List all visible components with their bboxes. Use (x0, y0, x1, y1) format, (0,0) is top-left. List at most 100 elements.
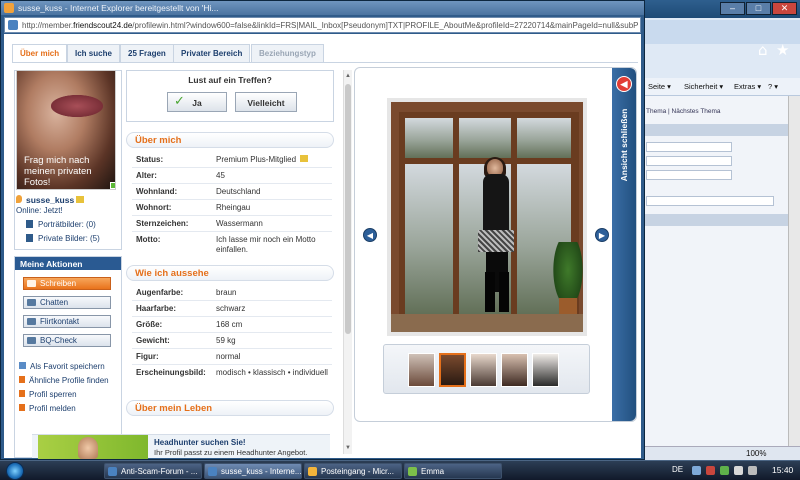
thumbnail[interactable] (408, 353, 435, 387)
popup-url[interactable]: http://member.friendscout24.de/profilewi… (22, 21, 638, 30)
tab-beziehungstyp[interactable]: Beziehungstyp (251, 44, 324, 62)
scroll-thumb[interactable] (345, 84, 351, 334)
flirt-contact-button[interactable]: Flirtkontakt (23, 315, 111, 328)
thumbnail-selected[interactable] (439, 353, 466, 387)
username: susse_kuss (16, 195, 120, 205)
thumbnail-strip (383, 344, 590, 394)
background-field[interactable] (646, 156, 732, 166)
attr-value: Wassermann (216, 219, 263, 228)
taskbar-item[interactable]: Anti-Scam-Forum - ... (104, 463, 202, 479)
tab-25-fragen[interactable]: 25 Fragen (120, 44, 174, 62)
background-titlebar: – □ ✕ (640, 0, 800, 18)
menu-help[interactable]: ? ▾ (768, 82, 778, 91)
check-icon (27, 337, 36, 344)
ad-image[interactable] (38, 435, 148, 459)
block-profile-link[interactable]: Profil sperren (19, 390, 77, 399)
details-scrollbar[interactable]: ▲ ▼ (343, 70, 352, 454)
attr-value: Deutschland (216, 187, 261, 196)
tray-icon[interactable] (720, 466, 729, 475)
document-icon (408, 467, 417, 476)
close-view-label[interactable]: Ansicht schließen (619, 95, 629, 195)
save-favorite-link[interactable]: Als Favorit speichern (19, 362, 105, 371)
minimize-button[interactable]: – (720, 2, 745, 15)
profile-photo[interactable]: Frag mich nach meinen privaten Fotos! (16, 70, 116, 190)
language-indicator[interactable]: DE (672, 465, 683, 474)
taskbar-item-active[interactable]: susse_kuss - Interne... (204, 463, 302, 479)
close-view-icon[interactable]: ◀ (616, 76, 632, 92)
tab-ueber-mich[interactable]: Über mich (12, 44, 68, 63)
arrow-icon (19, 404, 25, 411)
ad-face (78, 437, 98, 459)
attr-value: Premium Plus-Mitglied (216, 155, 328, 165)
scroll-down-icon[interactable]: ▼ (345, 444, 351, 452)
maximize-button[interactable]: □ (746, 2, 771, 15)
close-window-button[interactable]: ✕ (772, 2, 797, 15)
attr-value: schwarz (216, 304, 246, 313)
network-icon[interactable] (734, 466, 743, 475)
tab-ich-suche[interactable]: Ich suche (67, 44, 120, 62)
ad-title[interactable]: Headhunter suchen Sie! (154, 438, 246, 447)
attr-label: Figur: (136, 352, 159, 361)
checkmark-icon: ✓ (174, 94, 185, 109)
attr-label: Status: (136, 155, 164, 164)
private-pictures-link[interactable]: Private Bilder: (5) (26, 234, 100, 243)
portrait-pictures-link[interactable]: Porträtbilder: (0) (26, 220, 96, 229)
tray-icon[interactable] (692, 466, 701, 475)
scroll-up-icon[interactable]: ▲ (345, 72, 351, 80)
report-profile-link[interactable]: Profil melden (19, 404, 76, 413)
thumbnail[interactable] (501, 353, 528, 387)
ie-icon (108, 467, 117, 476)
similar-profiles-link[interactable]: Ähnliche Profile finden (19, 376, 109, 385)
thumbnail[interactable] (470, 353, 497, 387)
row-divider (132, 231, 332, 232)
menu-tools[interactable]: Extras ▾ (734, 82, 761, 91)
favorite-star-icon (19, 362, 26, 369)
photo-pot (559, 298, 577, 314)
background-field[interactable] (646, 142, 732, 152)
tab-privater-bereich[interactable]: Privater Bereich (173, 44, 251, 62)
attr-value: modisch • klassisch • individuell (216, 368, 328, 377)
attr-value: Rheingau (216, 203, 251, 212)
popup-titlebar: susse_kuss - Internet Explorer bereitges… (1, 1, 644, 15)
taskbar-item[interactable]: Emma (404, 463, 502, 479)
attr-value: normal (216, 352, 241, 361)
taskbar-item[interactable]: Posteingang - Micr... (304, 463, 402, 479)
meet-maybe-button[interactable]: Vielleicht (235, 92, 297, 112)
start-button-icon[interactable] (6, 462, 24, 480)
tray-icon[interactable] (706, 466, 715, 475)
thread-nav-text[interactable]: Thema | Nächstes Thema (646, 108, 721, 115)
meet-box: Lust auf ein Treffen? ✓ Ja Vielleicht (126, 70, 334, 122)
background-stripe (640, 124, 800, 136)
attr-label: Größe: (136, 320, 163, 329)
meet-yes-button[interactable]: ✓ Ja (167, 92, 227, 112)
background-dropdown[interactable] (646, 196, 774, 206)
menu-security[interactable]: Sicherheit ▾ (684, 82, 723, 91)
chat-button[interactable]: Chatten (23, 296, 111, 309)
next-photo-button[interactable]: ▶ (595, 228, 609, 242)
headhunter-ad[interactable]: Headhunter suchen Sie! Ihr Profil passt … (32, 434, 330, 459)
thumbnail[interactable] (532, 353, 559, 387)
background-browser-window: – □ ✕ ⌂ ★ Seite ▾ Sicherheit ▾ Extras ▾ … (640, 0, 800, 460)
menu-page[interactable]: Seite ▾ (648, 82, 671, 91)
zoom-level[interactable]: 100% (746, 449, 766, 458)
photo-person-body (483, 174, 509, 232)
background-field[interactable] (646, 170, 732, 180)
background-address-area: ⌂ ★ (640, 20, 800, 59)
favorites-star-icon[interactable]: ★ (776, 41, 789, 59)
section-looks: Wie ich aussehe (126, 265, 334, 281)
clock[interactable]: 15:40 (772, 465, 793, 475)
write-button[interactable]: Schreiben (23, 277, 111, 290)
background-scrollbar[interactable] (788, 96, 800, 446)
background-stripe (640, 214, 800, 226)
volume-icon[interactable] (748, 466, 757, 475)
close-view-panel[interactable]: ◀ Ansicht schließen (612, 68, 636, 421)
popup-address-bar[interactable]: http://member.friendscout24.de/profilewi… (4, 17, 641, 33)
row-divider (132, 167, 332, 168)
row-divider (132, 316, 332, 317)
main-photo[interactable] (387, 98, 587, 336)
previous-photo-button[interactable]: ◀ (363, 228, 377, 242)
bq-check-button[interactable]: BQ-Check (23, 334, 111, 347)
ad-text[interactable]: Ihr Profil passt zu einem Headhunter Ang… (154, 448, 307, 457)
home-icon[interactable]: ⌂ (758, 41, 768, 59)
row-divider (132, 364, 332, 365)
